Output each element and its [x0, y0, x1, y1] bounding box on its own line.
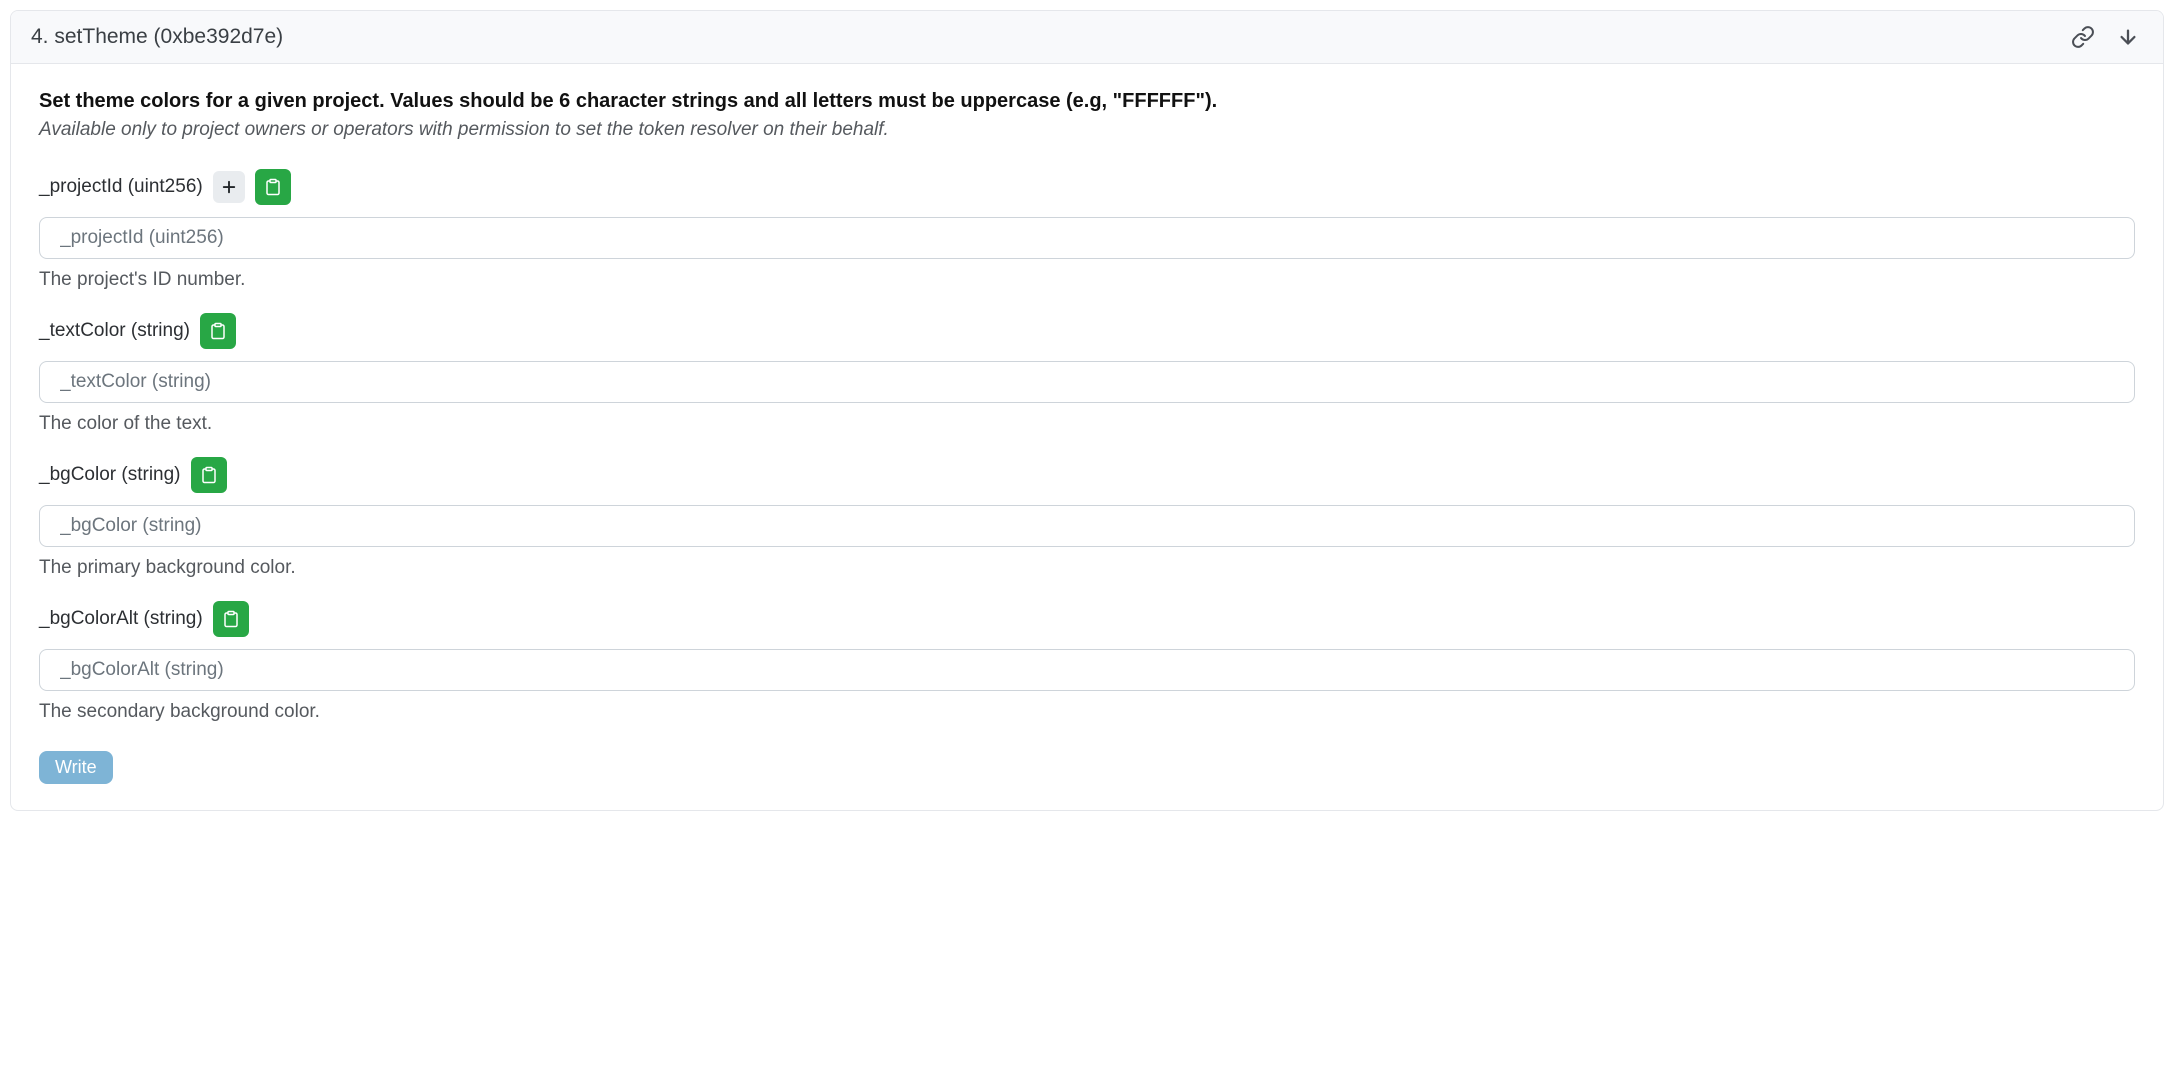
panel-header[interactable]: 4. setTheme (0xbe392d7e) — [11, 11, 2163, 64]
collapse-icon[interactable] — [2117, 26, 2139, 48]
bgcolor-input[interactable] — [39, 505, 2135, 547]
description-italic: Available only to project owners or oper… — [39, 117, 2135, 143]
link-icon[interactable] — [2071, 25, 2095, 49]
clipboard-button[interactable] — [200, 313, 236, 349]
param-help: The secondary background color. — [39, 701, 2135, 723]
param-label-row: _bgColorAlt (string) — [39, 601, 2135, 637]
param-label-row: _projectId (uint256) — [39, 169, 2135, 205]
textcolor-input[interactable] — [39, 361, 2135, 403]
param-bgcolor: _bgColor (string) The primary background… — [39, 457, 2135, 579]
description-bold: Set theme colors for a given project. Va… — [39, 88, 2135, 115]
param-projectid: _projectId (uint256) The project's ID nu… — [39, 169, 2135, 291]
clipboard-button[interactable] — [213, 601, 249, 637]
plus-button[interactable] — [213, 171, 245, 203]
param-label: _bgColor (string) — [39, 464, 181, 486]
panel-title: 4. setTheme (0xbe392d7e) — [31, 25, 283, 49]
bgcoloralt-input[interactable] — [39, 649, 2135, 691]
param-label: _projectId (uint256) — [39, 176, 203, 198]
clipboard-button[interactable] — [255, 169, 291, 205]
write-button[interactable]: Write — [39, 751, 113, 784]
param-textcolor: _textColor (string) The color of the tex… — [39, 313, 2135, 435]
param-label: _bgColorAlt (string) — [39, 608, 203, 630]
param-bgcoloralt: _bgColorAlt (string) The secondary backg… — [39, 601, 2135, 723]
projectid-input[interactable] — [39, 217, 2135, 259]
param-label: _textColor (string) — [39, 320, 190, 342]
function-panel: 4. setTheme (0xbe392d7e) Set theme color… — [10, 10, 2164, 811]
param-help: The primary background color. — [39, 557, 2135, 579]
panel-body: Set theme colors for a given project. Va… — [11, 64, 2163, 810]
clipboard-button[interactable] — [191, 457, 227, 493]
header-actions — [2071, 25, 2143, 49]
param-label-row: _bgColor (string) — [39, 457, 2135, 493]
param-help: The project's ID number. — [39, 269, 2135, 291]
param-label-row: _textColor (string) — [39, 313, 2135, 349]
param-help: The color of the text. — [39, 413, 2135, 435]
